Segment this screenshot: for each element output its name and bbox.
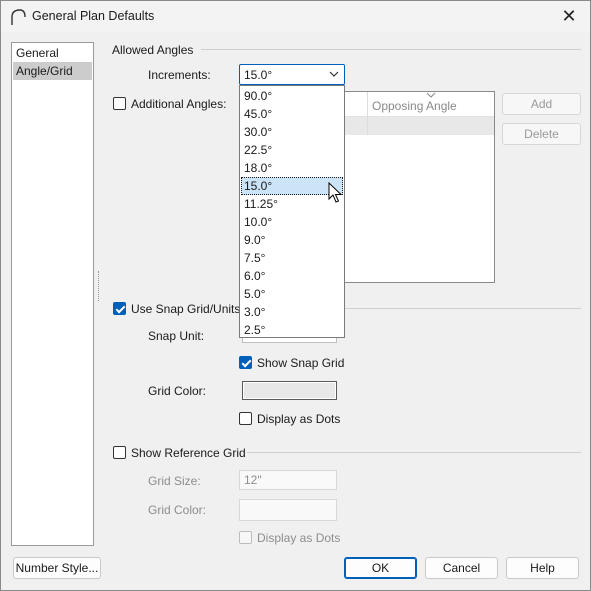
increments-dropdown-list[interactable]: 90.0° 45.0° 30.0° 22.5° 18.0° 15.0° 11.25° 10.0… [239,85,345,338]
reference-display-dots-label: Display as Dots [257,531,341,545]
dialog-window: General Plan Defaults ✕ General Angle/Gr… [0,0,591,591]
dropdown-option[interactable]: 2.5° [241,321,343,339]
cancel-button[interactable]: Cancel [425,557,498,579]
dropdown-option[interactable]: 7.5° [241,249,343,267]
group-divider [247,452,581,453]
close-icon: ✕ [561,6,577,26]
ok-button[interactable]: OK [344,557,417,579]
number-style-button[interactable]: Number Style... [13,557,101,579]
arch-icon [11,9,26,25]
tree-item-general[interactable]: General [13,44,92,62]
increments-label: Increments: [148,68,211,82]
dropdown-option[interactable]: 10.0° [241,213,343,231]
reference-grid-color-button[interactable] [239,499,337,521]
dropdown-option[interactable]: 9.0° [241,231,343,249]
sort-chevron-icon [426,92,436,98]
group-divider [201,49,581,50]
show-snap-grid-label: Show Snap Grid [257,356,345,370]
grid-color-swatch [244,383,335,398]
show-reference-grid-label: Show Reference Grid [131,446,246,460]
additional-angles-label: Additional Angles: [131,97,227,111]
additional-angles-list[interactable]: Opposing Angle [344,91,495,283]
dropdown-option[interactable]: 90.0° [241,87,343,105]
column-separator [367,92,368,135]
allowed-angles-group-label: Allowed Angles [112,43,194,57]
dropdown-option[interactable]: 18.0° [241,159,343,177]
dropdown-option[interactable]: 22.5° [241,141,343,159]
group-divider [345,308,581,309]
splitter-handle[interactable] [98,271,100,301]
snap-display-dots-label: Display as Dots [257,412,341,426]
additional-angles-checkbox[interactable] [113,97,126,110]
delete-button[interactable]: Delete [502,123,581,145]
add-button[interactable]: Add [502,93,581,115]
use-snap-grid-checkbox[interactable] [113,302,126,315]
dropdown-option[interactable]: 45.0° [241,105,343,123]
dropdown-option[interactable]: 5.0° [241,285,343,303]
grid-color-label: Grid Color: [148,384,207,398]
grid-size-input[interactable]: 12" [239,470,337,490]
chevron-down-icon [329,71,339,77]
reference-grid-color-label: Grid Color: [148,503,207,517]
reference-display-dots-checkbox[interactable] [239,531,252,544]
show-reference-grid-checkbox[interactable] [113,446,126,459]
snap-unit-label: Snap Unit: [148,329,205,343]
tree-item-angle-grid[interactable]: Angle/Grid [13,62,92,80]
title-bar[interactable]: General Plan Defaults ✕ [1,1,590,32]
opposing-angle-header: Opposing Angle [372,99,457,113]
mouse-pointer-icon [328,182,342,203]
increments-value: 15.0° [244,68,273,82]
increments-combo[interactable]: 15.0° [239,64,345,85]
dropdown-option[interactable]: 30.0° [241,123,343,141]
window-title: General Plan Defaults [32,9,155,23]
dropdown-option[interactable]: 6.0° [241,267,343,285]
show-snap-grid-checkbox[interactable] [239,356,252,369]
close-button[interactable]: ✕ [554,3,584,29]
help-button[interactable]: Help [506,557,579,579]
snap-display-dots-checkbox[interactable] [239,412,252,425]
category-tree[interactable]: General Angle/Grid [11,42,94,546]
grid-size-label: Grid Size: [148,474,201,488]
grid-color-button[interactable] [242,381,337,400]
use-snap-grid-label: Use Snap Grid/Units [131,302,241,316]
dropdown-option[interactable]: 3.0° [241,303,343,321]
